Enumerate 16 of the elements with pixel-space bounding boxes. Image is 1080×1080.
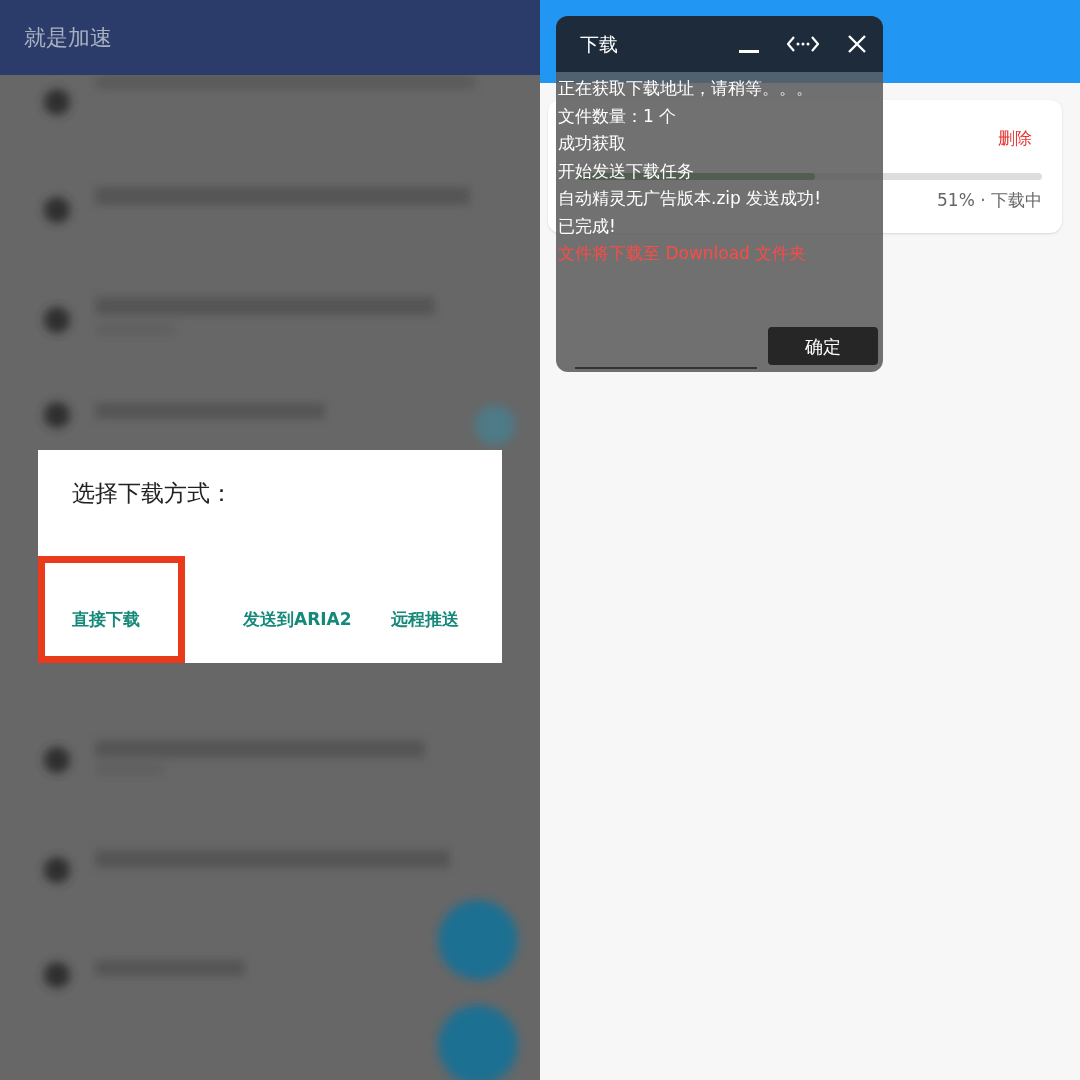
app-title: 就是加速: [24, 24, 112, 52]
log-line: 开始发送下载任务: [557, 159, 695, 183]
log-line: 自动精灵无广告版本.zip 发送成功!: [557, 187, 823, 210]
dialog-button[interactable]: 远程推送: [391, 607, 459, 633]
dialog-title: 选择下载方式：: [72, 479, 233, 508]
log-line: 文件将下载至 Download 文件夹: [557, 242, 808, 265]
dialog-button[interactable]: 直接下载: [38, 556, 185, 663]
window-title: 下载: [580, 31, 618, 57]
log-line: 文件数量：1 个: [557, 104, 678, 128]
download-status: 51% · 下载中: [937, 189, 1042, 212]
log-line: 已完成!: [557, 214, 617, 238]
dialog-button[interactable]: 发送到ARIA2: [243, 607, 352, 633]
ok-button[interactable]: 确定: [768, 327, 878, 365]
delete-button[interactable]: 删除: [998, 126, 1032, 152]
log-line: 成功获取: [557, 132, 627, 155]
log-line: 正在获取下载地址，请稍等。。。: [557, 77, 814, 100]
